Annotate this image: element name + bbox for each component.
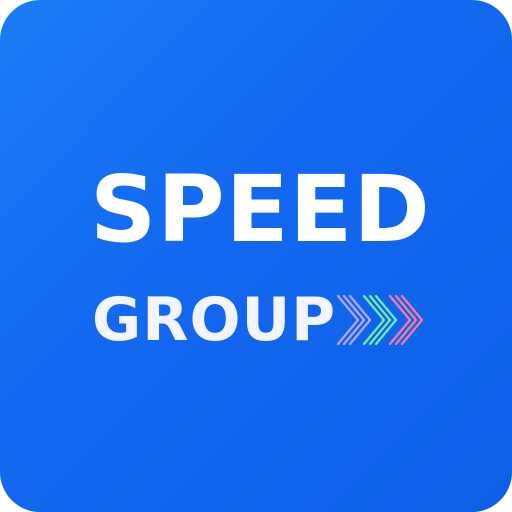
triple-chevron-right-icon bbox=[336, 294, 424, 346]
app-icon-tile: SPEED GROUP bbox=[0, 0, 512, 512]
brand-title: SPEED bbox=[90, 156, 431, 263]
brand-subtitle: GROUP bbox=[92, 285, 337, 355]
chevron-purple-icon bbox=[336, 294, 372, 346]
